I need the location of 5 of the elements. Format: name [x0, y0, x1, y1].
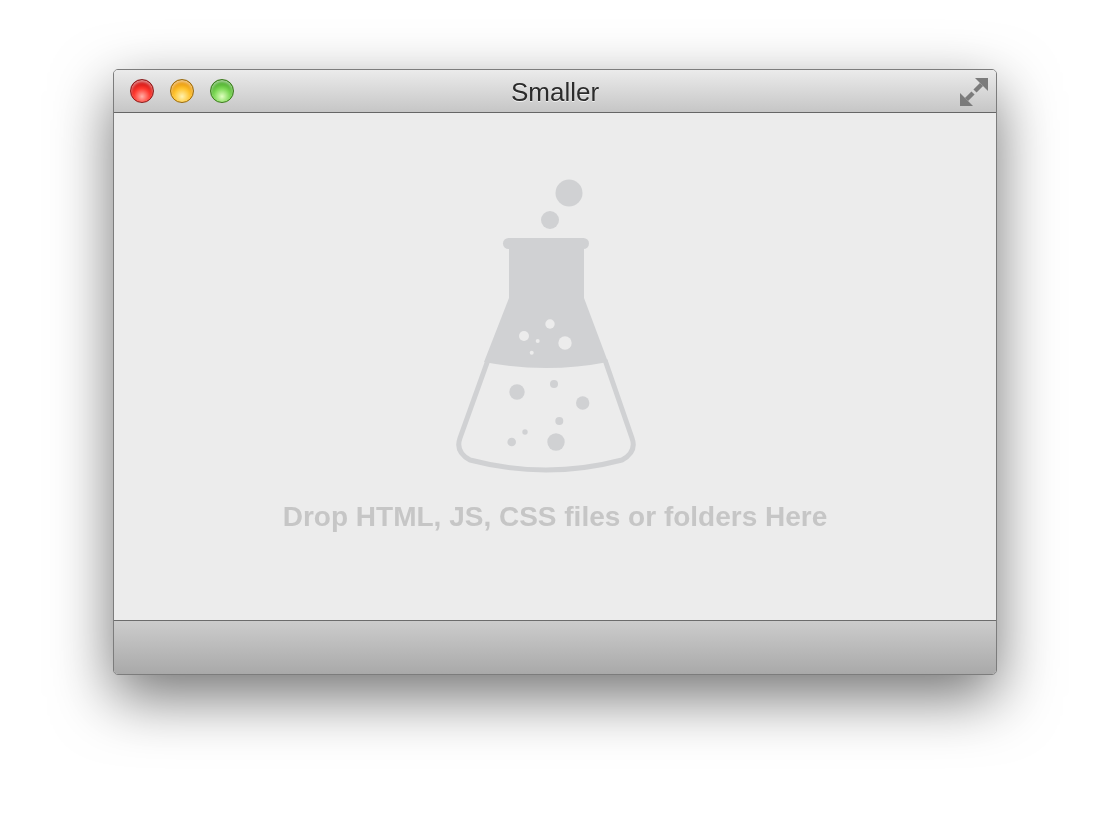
fullscreen-icon[interactable] — [960, 78, 988, 106]
close-button[interactable] — [130, 79, 154, 103]
minimize-button[interactable] — [170, 79, 194, 103]
zoom-button[interactable] — [210, 79, 234, 103]
window-title: Smaller — [510, 76, 600, 107]
